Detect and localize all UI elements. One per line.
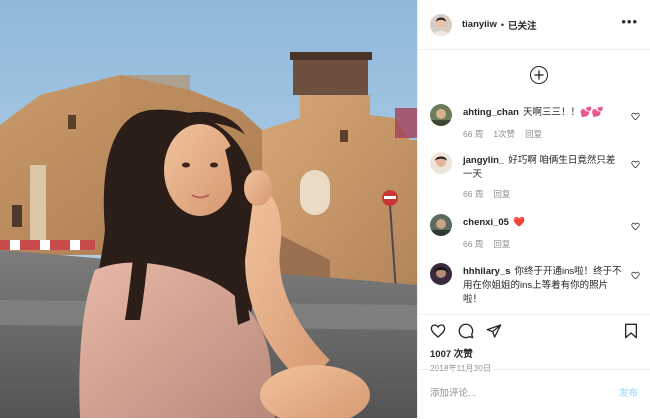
comment-heart-icon[interactable]: [631, 160, 640, 169]
comment-text: hhhilary_s 你终于开通ins啦！终于不用在你姐姐的ins上等着有你的照片…: [463, 265, 623, 307]
share-icon[interactable]: [486, 323, 502, 339]
author-avatar[interactable]: [430, 13, 452, 36]
comment-meta: 66 周 1次赞 回复: [463, 128, 552, 140]
comment-reply-button[interactable]: 回复: [493, 189, 510, 199]
commenter-avatar[interactable]: [430, 152, 452, 174]
comment-content: ❤️: [512, 217, 525, 228]
post-details-panel: tianyiiw • 已关注 ••• ahting_chan 天啊三三！！💕💕 6…: [417, 0, 650, 418]
separator-dot: •: [500, 19, 504, 30]
comment-time: 66 周: [463, 129, 484, 139]
post-photo[interactable]: [0, 0, 417, 418]
comment-item: ahting_chan 天啊三三！！💕💕 66 周 1次赞 回复: [430, 104, 640, 144]
post-header: tianyiiw • 已关注 •••: [418, 0, 650, 50]
commenter-avatar[interactable]: [430, 104, 452, 126]
bookmark-icon[interactable]: [624, 323, 638, 339]
post-comment-button[interactable]: 发布: [619, 385, 638, 399]
comment-meta: 66 周回复: [463, 188, 520, 200]
commenter-avatar[interactable]: [430, 214, 452, 236]
post-image: [0, 0, 417, 418]
more-options-icon[interactable]: •••: [621, 15, 638, 28]
comment-like-count[interactable]: 1次赞: [493, 129, 515, 139]
comment-text: jangylin_ 好巧啊 咱俩生日竟然只差一天: [463, 154, 623, 182]
comment-text: ahting_chan 天啊三三！！💕💕: [463, 106, 623, 120]
likes-count[interactable]: 1007 次赞: [430, 346, 473, 360]
comment-item: hhhilary_s 你终于开通ins啦！终于不用在你姐姐的ins上等着有你的照片…: [430, 263, 640, 311]
plus-icon: [534, 70, 544, 80]
commenter-avatar[interactable]: [430, 263, 452, 285]
comment-item: chenxi_05 ❤️ 66 周回复: [430, 214, 640, 254]
comment-reply-button[interactable]: 回复: [525, 129, 542, 139]
commenter-username[interactable]: hhhilary_s: [463, 266, 511, 277]
comment-heart-icon[interactable]: [631, 112, 640, 121]
comment-heart-icon[interactable]: [631, 222, 640, 231]
comment-heart-icon[interactable]: [631, 271, 640, 280]
commenter-username[interactable]: ahting_chan: [463, 107, 519, 118]
commenter-username[interactable]: jangylin_: [463, 155, 504, 166]
post-container: tianyiiw • 已关注 ••• ahting_chan 天啊三三！！💕💕 6…: [0, 0, 650, 418]
comment-time: 66 周: [463, 239, 484, 249]
comment-input[interactable]: 添加评论...: [430, 385, 476, 399]
comment-item: jangylin_ 好巧啊 咱俩生日竟然只差一天 66 周回复: [430, 152, 640, 202]
comment-reply-button[interactable]: 回复: [493, 239, 510, 249]
load-more-comments-button[interactable]: [530, 66, 548, 84]
heart-icon[interactable]: [430, 323, 446, 339]
follow-status-button[interactable]: 已关注: [508, 18, 537, 32]
add-comment-bar: 添加评论... 发布: [418, 369, 650, 418]
comment-icon[interactable]: [458, 323, 474, 339]
comment-meta: 66 周回复: [463, 238, 520, 250]
comment-time: 66 周: [463, 189, 484, 199]
commenter-username[interactable]: chenxi_05: [463, 217, 509, 228]
comment-text: chenxi_05 ❤️: [463, 216, 623, 230]
comment-content: 天啊三三！！💕💕: [522, 107, 604, 118]
author-username[interactable]: tianyiiw: [462, 19, 497, 30]
